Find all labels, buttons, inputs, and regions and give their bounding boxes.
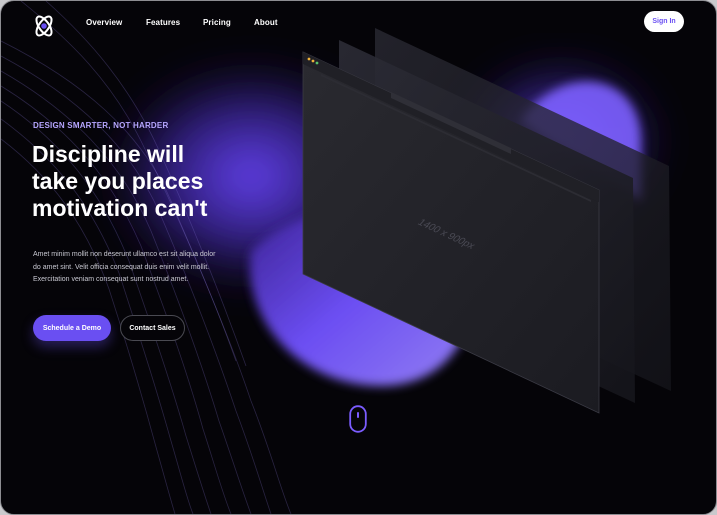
schedule-demo-button[interactable]: Schedule a Demo	[33, 315, 111, 341]
contact-sales-button[interactable]: Contact Sales	[120, 315, 185, 341]
mouse-scroll-icon[interactable]	[349, 405, 367, 433]
description-line: do amet sint. Velit officia consequat du…	[33, 263, 210, 271]
nav-link-features[interactable]: Features	[146, 18, 180, 27]
atom-icon[interactable]	[31, 12, 57, 40]
hero-eyebrow: DESIGN SMARTER, NOT HARDER	[33, 121, 169, 130]
nav-link-about[interactable]: About	[254, 18, 278, 27]
hero-headline: Discipline will take you places motivati…	[32, 141, 292, 222]
headline-line: Discipline will	[32, 141, 185, 167]
browser-frame: Overview Features Pricing About Sign In …	[0, 0, 717, 515]
hero-description: Amet minim mollit non deserunt ullamco e…	[33, 249, 238, 287]
description-line: Exercitation veniam consequat sunt nostr…	[33, 276, 189, 283]
headline-line: motivation can't	[32, 195, 208, 221]
nav-link-pricing[interactable]: Pricing	[203, 18, 231, 27]
headline-line: take you places	[32, 168, 204, 194]
app-mockup-stack	[302, 28, 671, 414]
nav-link-overview[interactable]: Overview	[86, 18, 122, 27]
description-line: Amet minim mollit non deserunt ullamco e…	[33, 251, 216, 258]
